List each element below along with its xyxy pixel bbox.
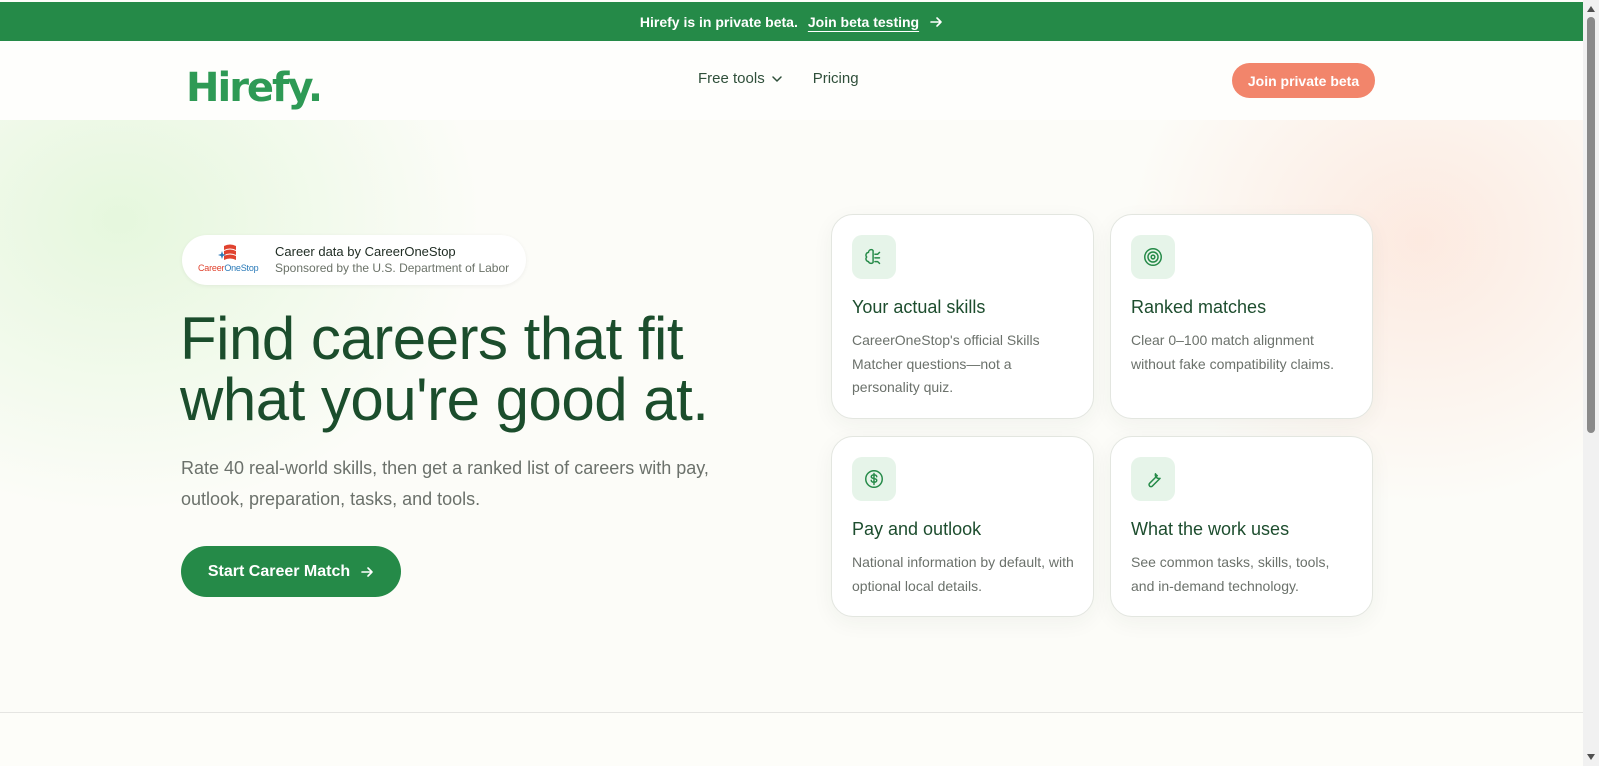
nav-pricing[interactable]: Pricing [813,70,859,87]
target-icon [1131,235,1175,279]
page: Hirefy is in private beta. Join beta tes… [0,0,1583,766]
nav-free-tools[interactable]: Free tools [698,70,783,87]
hero-subtext: Rate 40 real-world skills, then get a ra… [181,458,709,509]
scroll-down-icon[interactable] [1587,754,1595,760]
section-divider [0,712,1583,713]
hero-headline: Find careers that fit what you're good a… [180,308,800,430]
headline-line-2: what you're good at. [180,366,709,433]
feature-card-work: What the work uses See common tasks, ski… [1110,436,1373,617]
join-beta-link-label: Join beta testing [807,13,920,30]
careeronestop-logo-text: CareerOneStop [198,263,259,273]
join-private-beta-button[interactable]: Join private beta [1232,63,1375,98]
hirefy-logo[interactable]: Hirefy. [186,58,323,111]
feature-card-skills: Your actual skills CareerOneStop's offic… [831,214,1094,419]
feature-card-pay: Pay and outlook National information by … [831,436,1094,617]
scroll-up-icon[interactable] [1587,6,1595,12]
dollar-icon [852,457,896,501]
source-chip: CareerOneStop Career data by CareerOneSt… [182,235,526,285]
beta-banner: Hirefy is in private beta. Join beta tes… [0,2,1583,41]
arrow-right-icon [930,16,942,27]
feature-description: See common tasks, skills, tools, and in-… [1131,554,1330,594]
feature-description: Clear 0–100 match alignment without fake… [1131,332,1335,372]
scroll-thumb[interactable] [1587,17,1595,433]
brain-icon [852,235,896,279]
chevron-down-icon [771,75,782,82]
page-scrollbar[interactable] [1583,0,1599,766]
source-subtitle: Sponsored by the U.S. Department of Labo… [275,261,510,275]
main-nav: Free tools Pricing [698,70,859,87]
arrow-right-icon [361,566,373,577]
feature-title: Pay and outlook [852,519,982,539]
start-career-match-label: Start Career Match [207,562,351,580]
feature-description: CareerOneStop's official Skills Matcher … [852,332,1040,395]
headline-line-1: Find careers that fit [180,305,684,372]
nav-pricing-label: Pricing [812,70,859,87]
start-career-match-button[interactable]: Start Career Match [181,546,401,597]
banner-message: Hirefy is in private beta. [639,13,798,30]
logo-text: Hirefy. [186,65,323,111]
join-beta-link[interactable]: Join beta testing [808,14,943,30]
feature-title: Your actual skills [852,297,986,317]
source-title: Career data by CareerOneStop [275,244,456,259]
feature-title: What the work uses [1131,519,1290,539]
feature-title: Ranked matches [1131,297,1267,317]
nav-free-tools-label: Free tools [698,70,765,87]
feature-card-ranked: Ranked matches Clear 0–100 match alignme… [1110,214,1373,419]
feature-description: National information by default, with op… [852,554,1074,594]
wrench-icon [1131,457,1175,501]
